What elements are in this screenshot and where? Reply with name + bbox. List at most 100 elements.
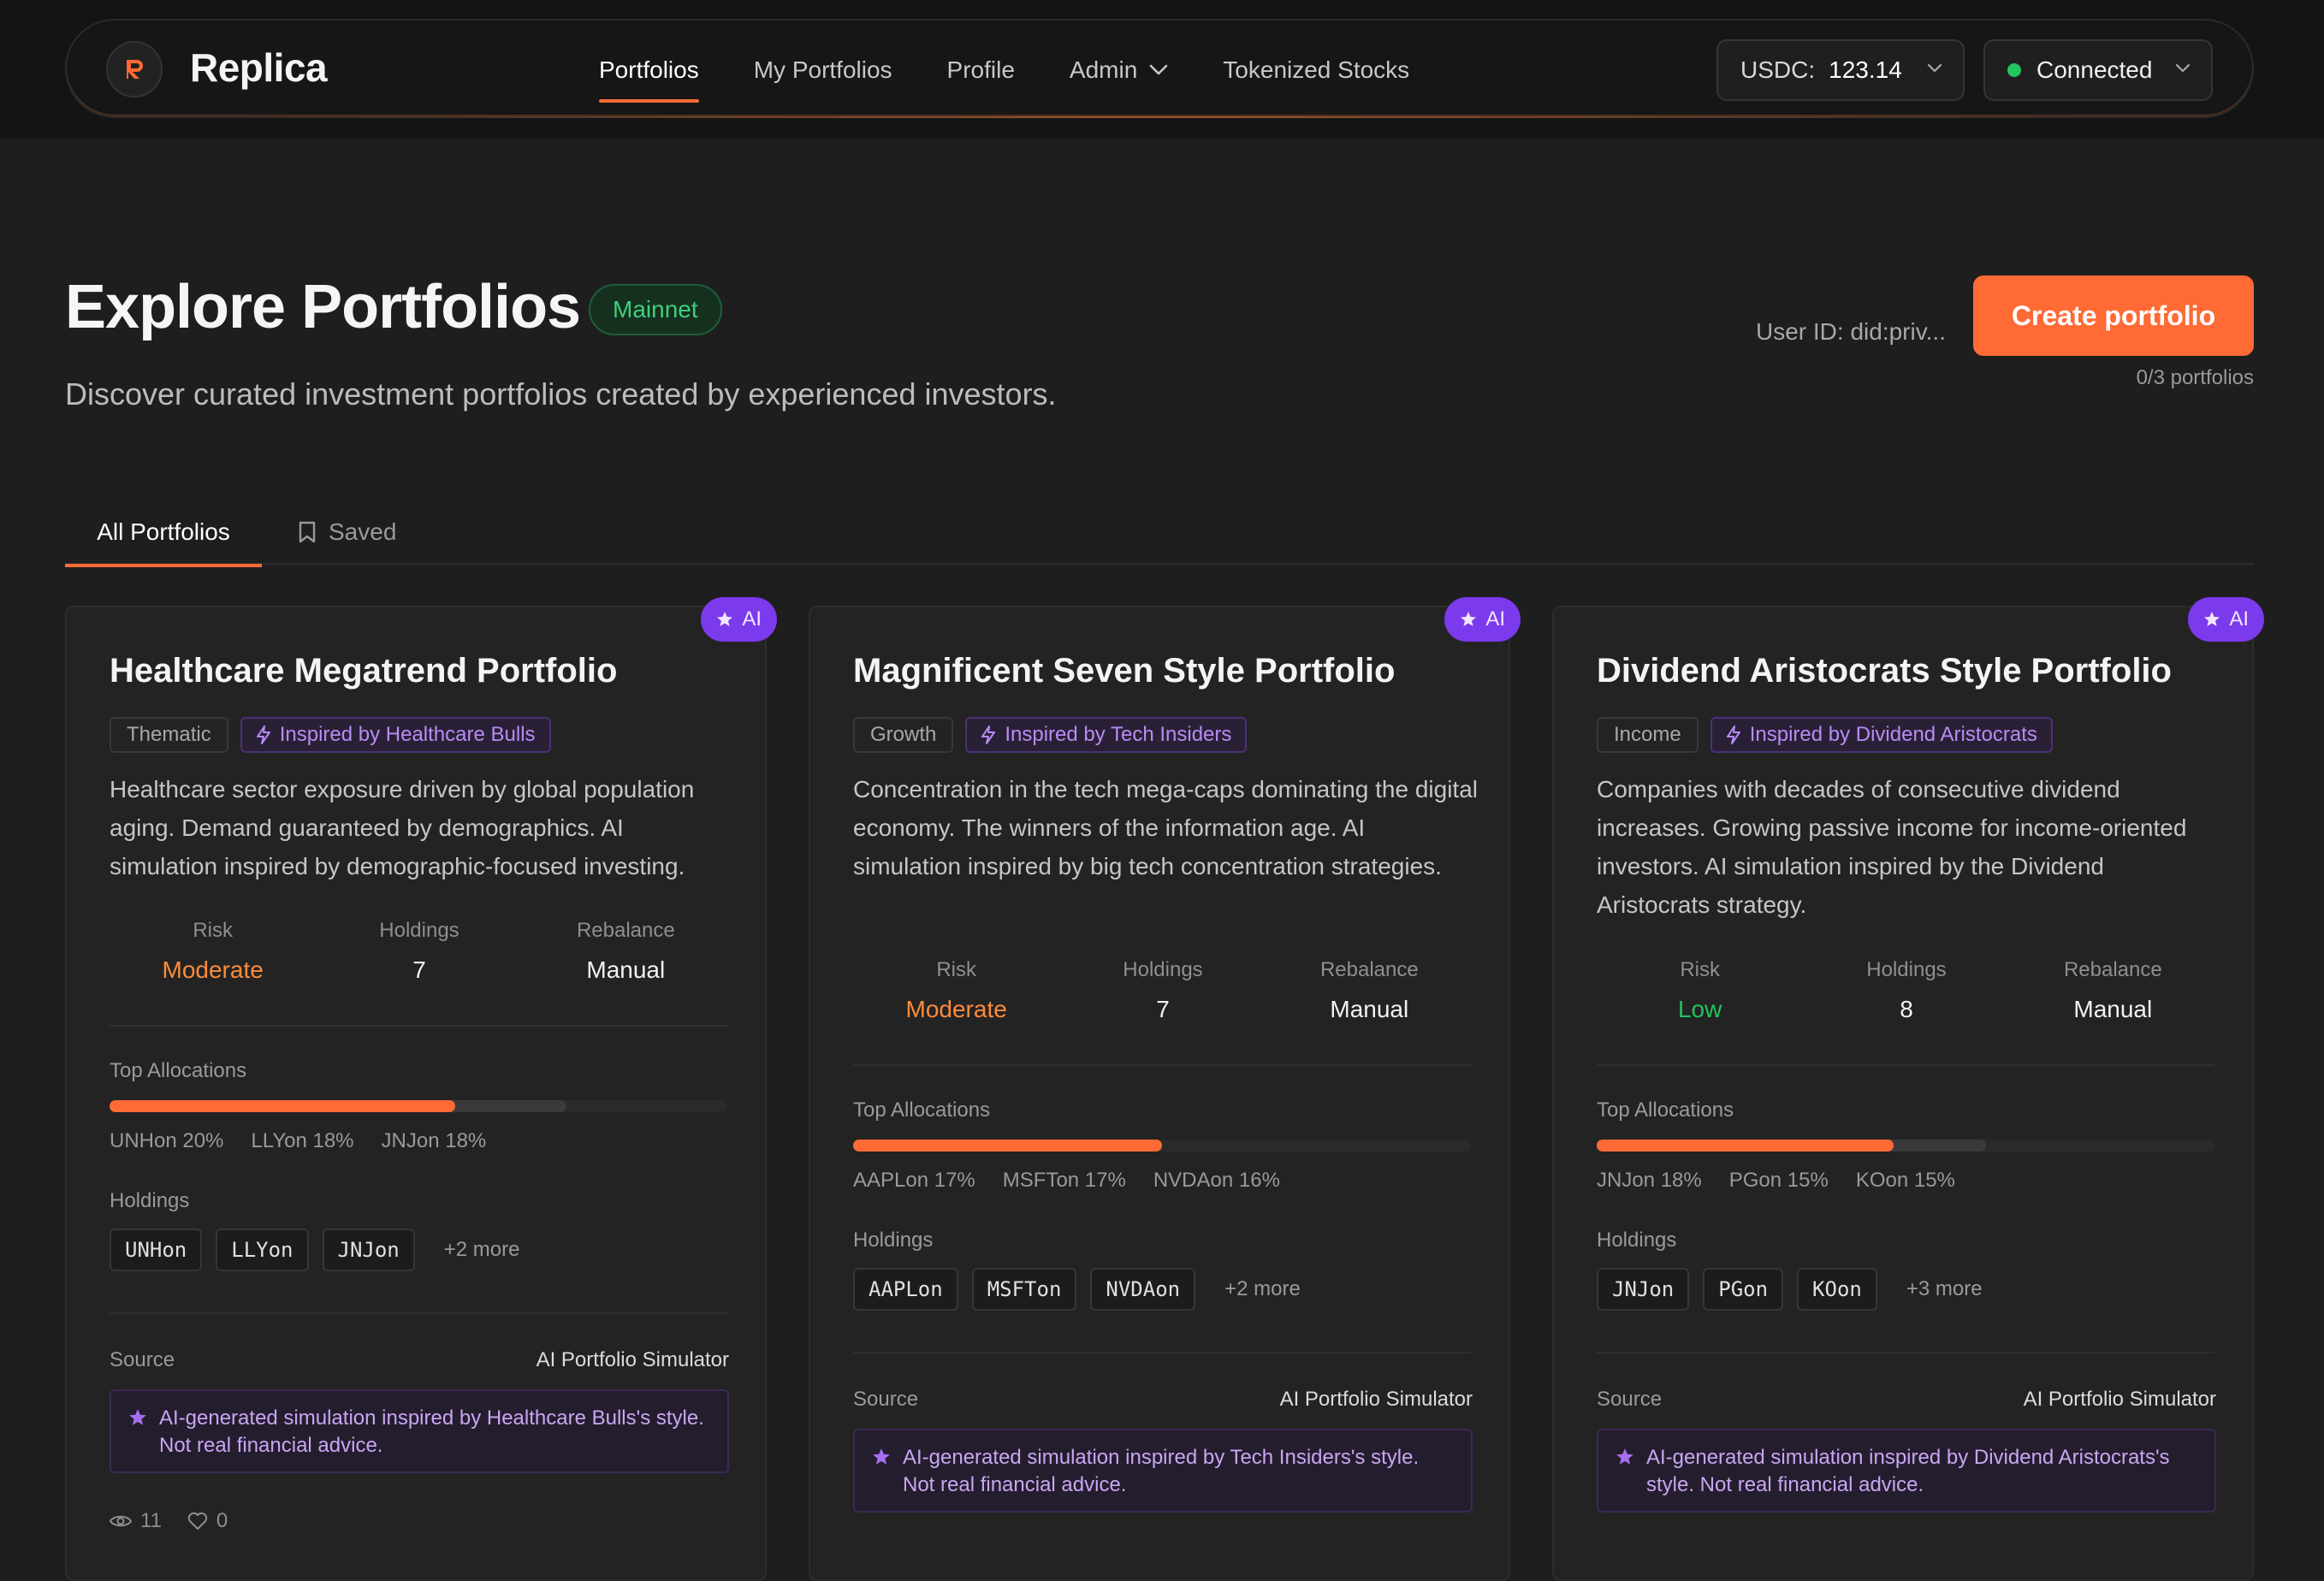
holding-chip[interactable]: UNHon: [110, 1229, 203, 1271]
stat-label: Rebalance: [576, 919, 675, 942]
wallet-status-dropdown[interactable]: Connected: [1983, 39, 2213, 101]
ai-disclaimer: AI-generated simulation inspired by Divi…: [1597, 1429, 2216, 1513]
card-title[interactable]: Magnificent Seven Style Portfolio: [853, 652, 1395, 690]
portfolio-card[interactable]: AI Healthcare Megatrend Portfolio Themat…: [65, 597, 777, 1581]
star-icon: [1616, 1448, 1633, 1465]
divider: [1597, 1064, 2214, 1066]
likes-count[interactable]: 0: [187, 1509, 228, 1533]
chevron-down-icon: [1927, 63, 1942, 73]
ai-badge-label: AI: [1485, 607, 1505, 631]
tab-all-portfolios[interactable]: All Portfolios: [65, 500, 262, 567]
inspired-label: Inspired by Healthcare Bulls: [279, 723, 536, 746]
allocation-bar-top: [110, 1100, 456, 1112]
holding-chip[interactable]: PGon: [1703, 1268, 1784, 1311]
lightning-icon: [981, 725, 996, 744]
ai-badge-label: AI: [742, 607, 762, 631]
rebalance-value: Manual: [1330, 996, 1409, 1022]
star-icon: [717, 612, 733, 626]
allocation-item: PGon 15%: [1728, 1169, 1829, 1192]
holding-chip[interactable]: JNJon: [1597, 1268, 1690, 1311]
stat-label: Risk: [936, 958, 976, 981]
stat-label: Rebalance: [2063, 958, 2162, 981]
views-value: 11: [140, 1509, 162, 1532]
stat-rebalance: Rebalance Manual: [2010, 958, 2216, 1023]
holdings-chips: JNJon PGon KOon +3 more: [1597, 1268, 1983, 1311]
stat-label: Holdings: [1866, 958, 1947, 981]
nav-my-portfolios[interactable]: My Portfolios: [754, 21, 892, 120]
nav-portfolios[interactable]: Portfolios: [599, 21, 699, 120]
stat-risk: Risk Moderate: [110, 919, 316, 984]
usdc-balance-dropdown[interactable]: USDC: 123.14: [1716, 39, 1965, 101]
wallet-status-label: Connected: [2036, 56, 2153, 83]
card-description: Concentration in the tech mega-caps domi…: [853, 776, 1478, 879]
category-tag: Income: [1597, 717, 1699, 753]
holdings-chips: UNHon LLYon JNJon +2 more: [110, 1229, 519, 1271]
stat-rebalance: Rebalance Manual: [1266, 958, 1473, 1023]
holding-chip[interactable]: NVDAon: [1090, 1268, 1196, 1311]
portfolio-count: 0/3 portfolios: [2136, 366, 2254, 389]
source-value: AI Portfolio Simulator: [536, 1348, 729, 1371]
inspired-tag: Inspired by Dividend Aristocrats: [1710, 717, 2053, 753]
more-holdings[interactable]: +3 more: [1906, 1277, 1983, 1301]
page-subtitle: Discover curated investment portfolios c…: [65, 376, 1057, 412]
stat-risk: Risk Moderate: [853, 958, 1059, 1023]
nav-tokenized-stocks-label: Tokenized Stocks: [1223, 56, 1410, 83]
ai-badge: AI: [2188, 597, 2264, 642]
holding-chip[interactable]: MSFTon: [971, 1268, 1077, 1311]
holding-chip[interactable]: KOon: [1797, 1268, 1877, 1311]
eye-icon: [110, 1515, 132, 1527]
holdings-section-label: Holdings: [853, 1229, 934, 1252]
create-portfolio-button[interactable]: Create portfolio: [1973, 275, 2254, 356]
source-value: AI Portfolio Simulator: [1279, 1388, 1473, 1411]
more-holdings[interactable]: +2 more: [444, 1238, 520, 1262]
holding-chip[interactable]: JNJon: [322, 1229, 415, 1271]
holdings-section-label: Holdings: [110, 1189, 190, 1212]
tab-all-portfolios-label: All Portfolios: [97, 518, 230, 545]
card-footer-stats: 11 0: [110, 1509, 228, 1533]
holdings-value: 8: [1900, 996, 1913, 1022]
divider: [853, 1352, 1471, 1353]
usdc-value: 123.14: [1829, 56, 1902, 83]
nav-tokenized-stocks[interactable]: Tokenized Stocks: [1223, 21, 1409, 120]
more-holdings[interactable]: +2 more: [1224, 1277, 1301, 1301]
holding-chip[interactable]: LLYon: [216, 1229, 309, 1271]
allocation-bar-top: [1597, 1140, 1894, 1152]
tab-saved[interactable]: Saved: [298, 500, 396, 565]
stat-holdings: Holdings 7: [316, 919, 522, 984]
star-icon: [1461, 612, 1477, 626]
portfolio-tabs: All Portfolios Saved: [65, 500, 2254, 567]
portfolio-card[interactable]: AI Dividend Aristocrats Style Portfolio …: [1552, 597, 2264, 1581]
allocation-bar: [853, 1140, 1471, 1152]
replica-logo-icon[interactable]: [106, 41, 163, 98]
nav-my-portfolios-label: My Portfolios: [753, 56, 892, 83]
ai-disclaimer: AI-generated simulation inspired by Tech…: [853, 1429, 1473, 1513]
page-title: Explore Portfolios: [65, 273, 581, 341]
risk-value: Moderate: [905, 996, 1007, 1022]
star-icon: [129, 1409, 146, 1425]
allocation-labels: AAPLon 17% MSFTon 17% NVDAon 16%: [853, 1169, 1280, 1193]
stat-holdings: Holdings 7: [1059, 958, 1266, 1023]
holdings-value: 7: [1156, 996, 1170, 1022]
inspired-tag: Inspired by Tech Insiders: [965, 717, 1248, 753]
disclaimer-text: AI-generated simulation inspired by Tech…: [903, 1446, 1420, 1496]
tag-row: Income Inspired by Dividend Aristocrats: [1597, 717, 2053, 753]
nav-portfolios-label: Portfolios: [599, 56, 699, 83]
rebalance-value: Manual: [586, 956, 666, 983]
disclaimer-text: AI-generated simulation inspired by Divi…: [1646, 1446, 2170, 1496]
card-title[interactable]: Healthcare Megatrend Portfolio: [110, 652, 617, 690]
allocation-item: JNJon 18%: [381, 1129, 487, 1152]
card-title[interactable]: Dividend Aristocrats Style Portfolio: [1597, 652, 2172, 690]
lightning-icon: [1726, 725, 1740, 744]
chevron-down-icon: [1149, 64, 1168, 75]
nav-admin[interactable]: Admin: [1070, 21, 1168, 120]
source-label: Source: [853, 1388, 919, 1411]
portfolio-card[interactable]: AI Magnificent Seven Style Portfolio Gro…: [809, 597, 1521, 1581]
holdings-section-label: Holdings: [1597, 1229, 1677, 1252]
risk-value: Moderate: [162, 956, 264, 983]
nav-profile[interactable]: Profile: [947, 21, 1015, 120]
brand-name[interactable]: Replica: [190, 44, 328, 91]
ai-badge: AI: [1444, 597, 1521, 642]
card-stats: Risk Moderate Holdings 7 Rebalance Manua…: [110, 919, 729, 984]
allocation-item: AAPLon 17%: [853, 1169, 975, 1192]
holding-chip[interactable]: AAPLon: [853, 1268, 958, 1311]
